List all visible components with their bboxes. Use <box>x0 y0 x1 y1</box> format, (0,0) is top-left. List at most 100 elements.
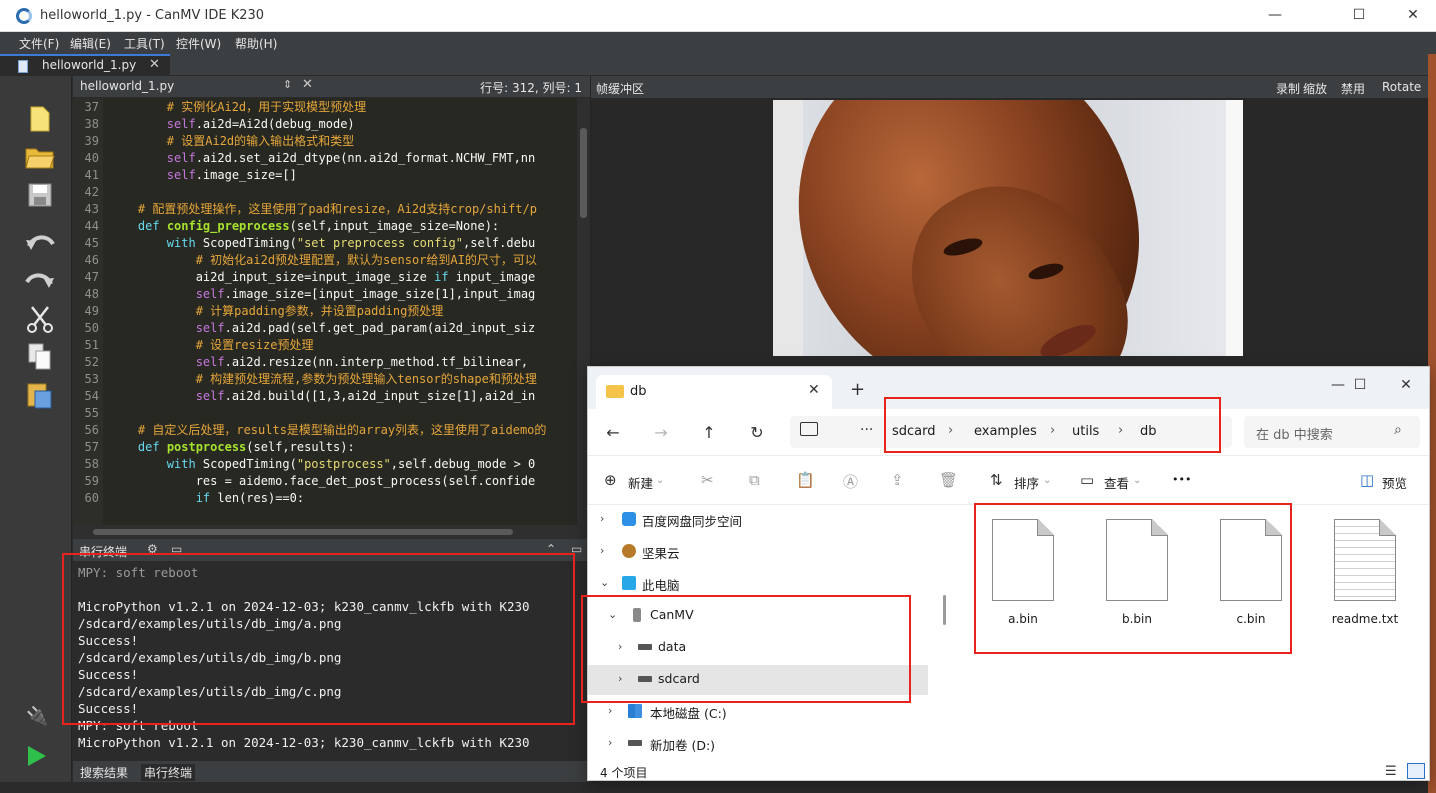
view-button[interactable]: 查看 <box>1104 473 1129 492</box>
code-editor[interactable]: 37 # 实例化Ai2d，用于实现模型预处理 38 self.ai2d=Ai2d(… <box>73 98 590 525</box>
tab-helloworld[interactable]: helloworld_1.py ✕ <box>0 54 170 76</box>
chevron-right-icon[interactable]: › <box>600 544 604 557</box>
preview-button[interactable]: 预览 <box>1382 473 1407 492</box>
chevron-right-icon[interactable]: › <box>608 704 612 717</box>
delete-icon[interactable]: 🗑 <box>939 471 958 489</box>
editor-horizontal-scrollbar[interactable] <box>73 525 590 539</box>
code-line[interactable]: 49 # 计算padding参数，并设置padding预处理 <box>73 303 583 320</box>
details-view-icon[interactable]: ☰ <box>1385 764 1397 779</box>
address-overflow-icon[interactable]: ··· <box>860 422 873 438</box>
zoom-button[interactable]: 缩放 <box>1303 80 1327 97</box>
menu-help[interactable]: 帮助(H) <box>235 35 277 52</box>
menu-edit[interactable]: 编辑(E) <box>70 35 111 52</box>
code-line[interactable]: 59 res = aidemo.face_det_post_process(se… <box>73 473 583 490</box>
explorer-tab-db[interactable]: db ✕ <box>596 375 832 409</box>
code-line[interactable]: 45 with ScopedTiming("set preprocess con… <box>73 235 583 252</box>
code-line[interactable]: 53 # 构建预处理流程,参数为预处理输入tensor的shape和预处理 <box>73 371 583 388</box>
maximize-button[interactable]: ☐ <box>1336 0 1382 30</box>
back-arrow-icon[interactable]: ← <box>602 422 624 444</box>
connect-plug-icon[interactable]: 🔌 <box>26 706 54 730</box>
tree-item-baidu[interactable]: › 百度网盘同步空间 <box>588 505 928 535</box>
new-tab-plus-icon[interactable]: + <box>850 379 865 400</box>
search-icon[interactable]: ⌕ <box>1394 422 1402 438</box>
up-arrow-icon[interactable]: ↑ <box>698 422 720 444</box>
code-line[interactable]: 48 self.image_size=[input_image_size[1],… <box>73 286 583 303</box>
save-icon[interactable] <box>25 180 55 210</box>
explorer-close-button[interactable]: ✕ <box>1386 373 1426 397</box>
code-line[interactable]: 47 ai2d_input_size=input_image_size if i… <box>73 269 583 286</box>
sort-button[interactable]: 排序 <box>1014 473 1039 492</box>
chevron-down-icon[interactable]: ⌄ <box>600 576 609 589</box>
code-line[interactable]: 57 def postprocess(self,results): <box>73 439 583 456</box>
editor-file-selector[interactable]: helloworld_1.py <box>80 79 174 93</box>
more-options-button[interactable]: ••• <box>1172 473 1191 486</box>
large-icons-view-icon[interactable] <box>1407 763 1425 779</box>
code-line[interactable]: 44 def config_preprocess(self,input_imag… <box>73 218 583 235</box>
scrollbar-thumb[interactable] <box>93 529 513 535</box>
new-button[interactable]: 新建 <box>628 473 653 492</box>
close-button[interactable]: ✕ <box>1390 0 1436 30</box>
preview-pane-icon[interactable]: ◫ <box>1360 471 1374 489</box>
code-line[interactable]: 50 self.ai2d.pad(self.get_pad_param(ai2d… <box>73 320 583 337</box>
menu-tools[interactable]: 工具(T) <box>124 35 165 52</box>
code-line[interactable]: 42 <box>73 184 583 201</box>
chevron-right-icon[interactable]: › <box>608 736 612 749</box>
undo-icon[interactable] <box>25 228 55 258</box>
new-file-icon[interactable] <box>25 104 55 134</box>
paste-icon[interactable] <box>25 380 55 410</box>
tree-item-jianguoyun[interactable]: › 坚果云 <box>588 537 928 567</box>
tab-search-results[interactable]: 搜索结果 <box>77 764 131 781</box>
chevron-down-icon[interactable]: ⌄ <box>1133 475 1141 486</box>
copy-icon[interactable]: ⧉ <box>749 471 760 489</box>
cut-icon[interactable] <box>25 304 55 334</box>
code-line[interactable]: 38 self.ai2d=Ai2d(debug_mode) <box>73 116 583 133</box>
minimize-button[interactable]: — <box>1252 0 1298 30</box>
code-line[interactable]: 52 self.ai2d.resize(nn.interp_method.tf_… <box>73 354 583 371</box>
menu-file[interactable]: 文件(F) <box>19 35 59 52</box>
code-line[interactable]: 58 with ScopedTiming("postprocess",self.… <box>73 456 583 473</box>
code-line[interactable]: 43 # 配置预处理操作，这里使用了pad和resize，Ai2d支持crop/… <box>73 201 583 218</box>
monitor-icon[interactable] <box>800 422 818 436</box>
code-line[interactable]: 41 self.image_size=[] <box>73 167 583 184</box>
rotate-button[interactable]: Rotate <box>1382 80 1421 94</box>
paste-icon[interactable]: 📋 <box>796 471 815 489</box>
redo-icon[interactable] <box>25 266 55 296</box>
sort-icon[interactable]: ⇅ <box>990 471 1003 489</box>
record-button[interactable]: 录制 <box>1276 80 1300 97</box>
view-icon[interactable]: ▭ <box>1080 471 1094 489</box>
tab-serial-terminal[interactable]: 串行终端 <box>141 764 196 781</box>
chevron-down-icon[interactable]: ⌄ <box>656 475 664 486</box>
cut-icon[interactable]: ✂ <box>701 471 714 489</box>
code-line[interactable]: 56 # 自定义后处理，results是模型输出的array列表，这里使用了ai… <box>73 422 583 439</box>
share-icon[interactable]: ⇪ <box>891 471 904 489</box>
tab-close-icon[interactable]: ✕ <box>149 57 160 72</box>
code-line[interactable]: 55 <box>73 405 583 422</box>
forward-arrow-icon[interactable]: → <box>650 422 672 444</box>
file-readme-txt[interactable]: readme.txt <box>1318 515 1418 635</box>
code-line[interactable]: 40 self.ai2d.set_ai2d_dtype(nn.ai2d_form… <box>73 150 583 167</box>
code-line[interactable]: 39 # 设置Ai2d的输入输出格式和类型 <box>73 133 583 150</box>
navigation-pane-scrollbar[interactable] <box>943 595 946 625</box>
chevron-down-icon[interactable]: ⌄ <box>1043 475 1051 486</box>
code-line[interactable]: 46 # 初始化ai2d预处理配置，默认为sensor给到AI的尺寸，可以 <box>73 252 583 269</box>
copy-icon[interactable] <box>25 342 55 372</box>
plus-circle-icon[interactable]: ⊕ <box>604 471 617 489</box>
disable-button[interactable]: 禁用 <box>1341 80 1365 97</box>
code-line[interactable]: 60 if len(res)==0: <box>73 490 583 507</box>
scrollbar-thumb[interactable] <box>580 128 587 218</box>
explorer-tab-close-icon[interactable]: ✕ <box>808 382 820 398</box>
rename-icon[interactable]: Ⓐ <box>843 471 858 492</box>
close-editor-icon[interactable]: ✕ <box>302 77 313 92</box>
code-line[interactable]: 37 # 实例化Ai2d，用于实现模型预处理 <box>73 99 583 116</box>
refresh-icon[interactable]: ↻ <box>746 422 768 444</box>
code-line[interactable]: 51 # 设置resize预处理 <box>73 337 583 354</box>
file-selector-arrows-icon[interactable]: ⇕ <box>283 78 292 91</box>
run-icon[interactable] <box>28 746 46 766</box>
tree-item-d-drive[interactable]: › 新加卷 (D:) <box>588 729 928 759</box>
open-folder-icon[interactable] <box>25 142 55 172</box>
chevron-right-icon[interactable]: › <box>600 512 604 525</box>
menu-widgets[interactable]: 控件(W) <box>176 35 221 52</box>
code-line[interactable]: 54 self.ai2d.build([1,3,ai2d_input_size[… <box>73 388 583 405</box>
search-box[interactable]: 在 db 中搜索 ⌕ <box>1244 416 1420 448</box>
explorer-maximize-button[interactable]: ☐ <box>1340 373 1380 397</box>
